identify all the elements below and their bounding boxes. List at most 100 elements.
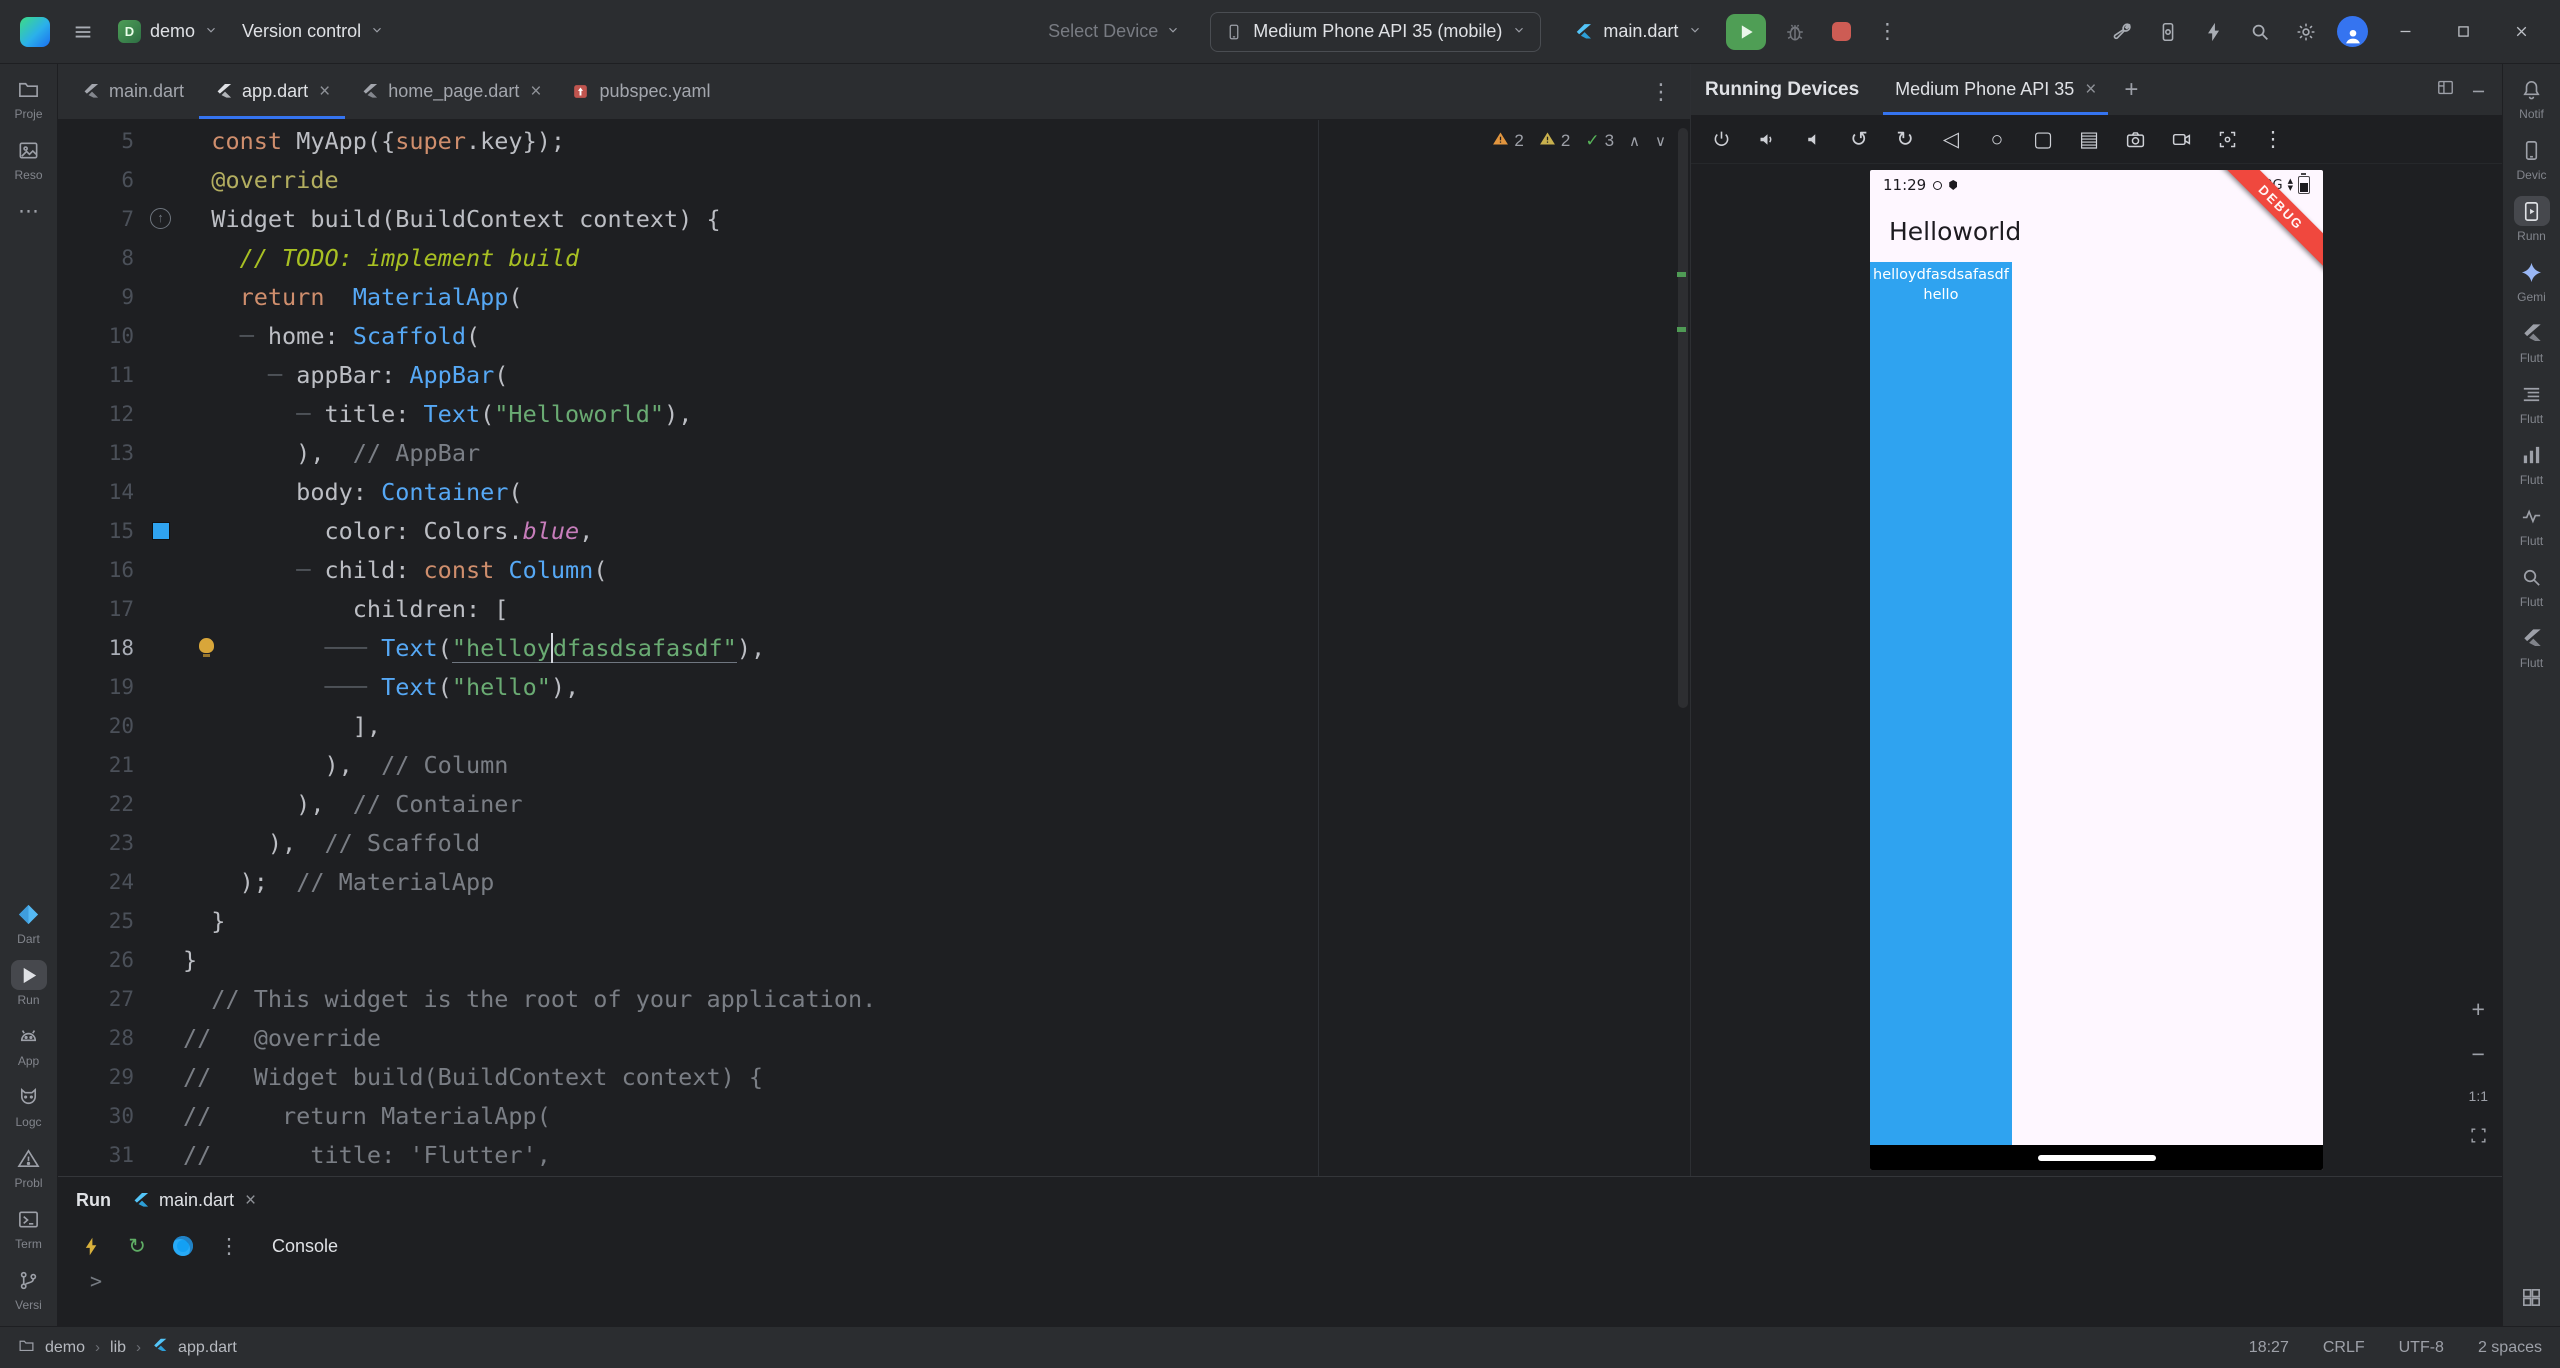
code-line-28[interactable]: 28// @override: [58, 1019, 1690, 1058]
run-tab-main-dart[interactable]: main.dart ×: [131, 1190, 256, 1211]
code-editor[interactable]: 5 const MyApp({super.key}); 6 @override 7 ↑…: [58, 120, 1690, 1176]
line-number[interactable]: 9: [58, 278, 148, 317]
code-line-18[interactable]: 18 ─── Text("helloydfasdsafasdf"),: [58, 629, 1690, 668]
line-number[interactable]: 13: [58, 434, 148, 473]
editor-tab-main.dart[interactable]: main.dart: [66, 64, 199, 119]
code-line-22[interactable]: 22 ), // Container: [58, 785, 1690, 824]
zoom-out-button[interactable]: −: [2472, 1043, 2485, 1066]
close-tab-icon[interactable]: ×: [530, 82, 541, 101]
settings-button[interactable]: [2285, 12, 2327, 52]
run-button[interactable]: [1726, 13, 1767, 50]
line-number[interactable]: 22: [58, 785, 148, 824]
code-line-6[interactable]: 6 @override: [58, 161, 1690, 200]
left-stripe-project[interactable]: Proje: [2, 74, 56, 121]
maximize-button[interactable]: [2436, 10, 2490, 54]
nav-home-button[interactable]: ○: [1979, 123, 2015, 157]
screen-record-button[interactable]: [2163, 123, 2199, 157]
inspections-widget[interactable]: 2 2 ✓ 3 ∧ ∨: [1492, 130, 1666, 152]
breadcrumb-file[interactable]: app.dart: [178, 1339, 237, 1357]
project-selector[interactable]: D demo: [108, 12, 228, 52]
left-stripe-logcat[interactable]: Logc: [2, 1082, 56, 1129]
encoding[interactable]: UTF-8: [2399, 1339, 2444, 1357]
left-stripe-more-tool-windows[interactable]: ⋯: [2, 196, 56, 226]
right-stripe-device-manager[interactable]: Devic: [2505, 135, 2559, 182]
editor-tab-pubspec.yaml[interactable]: pubspec.yaml: [556, 64, 725, 119]
code-line-26[interactable]: 26}: [58, 941, 1690, 980]
minimize-button[interactable]: [2378, 10, 2432, 54]
debug-button[interactable]: [1774, 12, 1816, 52]
code-line-31[interactable]: 31// title: 'Flutter',: [58, 1136, 1690, 1175]
close-tab-icon[interactable]: ×: [319, 82, 330, 101]
more-vert-button[interactable]: ⋮: [210, 1229, 248, 1263]
right-stripe-flutter-performance[interactable]: Flutt: [2505, 440, 2559, 487]
profiler-button[interactable]: [2193, 12, 2235, 52]
nav-back-button[interactable]: ◁: [1933, 123, 1969, 157]
code-line-10[interactable]: 10 ─ home: Scaffold(: [58, 317, 1690, 356]
device-tab[interactable]: Medium Phone API 35 ×: [1883, 64, 2109, 115]
code-line-25[interactable]: 25 }: [58, 902, 1690, 941]
prev-problem-icon[interactable]: ∧: [1629, 132, 1640, 150]
right-stripe-flutter-inspector[interactable]: Flutt: [2505, 318, 2559, 365]
editor-scrollbar[interactable]: [1678, 128, 1688, 708]
code-line-21[interactable]: 21 ), // Column: [58, 746, 1690, 785]
line-number[interactable]: 23: [58, 824, 148, 863]
cursor-position[interactable]: 18:27: [2249, 1339, 2289, 1357]
left-stripe-version-control[interactable]: Versi: [2, 1265, 56, 1312]
close-button[interactable]: [2494, 10, 2548, 54]
line-number[interactable]: 5: [58, 122, 148, 161]
line-number[interactable]: 17: [58, 590, 148, 629]
rotate-right-button[interactable]: ↻: [1887, 123, 1923, 157]
hide-panel-button[interactable]: [2469, 78, 2488, 102]
zoom-actual-button[interactable]: 1:1: [2469, 1088, 2488, 1104]
code-line-23[interactable]: 23 ), // Scaffold: [58, 824, 1690, 863]
line-number[interactable]: 30: [58, 1097, 148, 1136]
add-device-tab-button[interactable]: +: [2114, 64, 2148, 115]
code-line-12[interactable]: 12 ─ title: Text("Helloworld"),: [58, 395, 1690, 434]
run-config-selector[interactable]: main.dart: [1563, 12, 1712, 52]
line-number[interactable]: 24: [58, 863, 148, 902]
code-line-14[interactable]: 14 body: Container(: [58, 473, 1690, 512]
editor-tab-home_page.dart[interactable]: home_page.dart ×: [345, 64, 556, 119]
main-menu-button[interactable]: [62, 12, 104, 52]
line-number[interactable]: 28: [58, 1019, 148, 1058]
left-stripe-dart-analysis[interactable]: Dart: [2, 899, 56, 946]
color-preview-swatch[interactable]: [152, 522, 170, 540]
panel-layout-button[interactable]: [2436, 78, 2455, 102]
more-vert-button[interactable]: ⋮: [2255, 123, 2291, 157]
hot-reload-button[interactable]: [72, 1229, 110, 1263]
line-number[interactable]: 31: [58, 1136, 148, 1175]
right-stripe-flutter-analysis[interactable]: Flutt: [2505, 562, 2559, 609]
search-everywhere-button[interactable]: [2239, 12, 2281, 52]
volume-down-button[interactable]: [1795, 123, 1831, 157]
left-stripe-run[interactable]: Run: [2, 960, 56, 1007]
line-number[interactable]: 11: [58, 356, 148, 395]
fold-button[interactable]: ▤: [2071, 123, 2107, 157]
right-stripe-window-layouts[interactable]: [2505, 1282, 2559, 1312]
code-line-13[interactable]: 13 ), // AppBar: [58, 434, 1690, 473]
code-line-24[interactable]: 24 ); // MaterialApp: [58, 863, 1690, 902]
zoom-fit-button[interactable]: [2469, 1126, 2488, 1150]
right-stripe-running-devices[interactable]: Runn: [2505, 196, 2559, 243]
code-line-17[interactable]: 17 children: [: [58, 590, 1690, 629]
line-number[interactable]: 25: [58, 902, 148, 941]
code-line-15[interactable]: 15 color: Colors.blue,: [58, 512, 1690, 551]
editor-tab-app.dart[interactable]: app.dart ×: [199, 64, 346, 119]
code-line-19[interactable]: 19 ─── Text("hello"),: [58, 668, 1690, 707]
line-number[interactable]: 27: [58, 980, 148, 1019]
vcs-selector[interactable]: Version control: [232, 12, 394, 52]
left-stripe-terminal[interactable]: Term: [2, 1204, 56, 1251]
left-stripe-app-inspection[interactable]: App: [2, 1021, 56, 1068]
line-number[interactable]: 15: [58, 512, 148, 551]
line-number[interactable]: 12: [58, 395, 148, 434]
code-line-30[interactable]: 30// return MaterialApp(: [58, 1097, 1690, 1136]
line-number[interactable]: 26: [58, 941, 148, 980]
breadcrumb-project[interactable]: demo: [45, 1339, 85, 1357]
left-stripe-resource-manager[interactable]: Reso: [2, 135, 56, 182]
camera-button[interactable]: [2117, 123, 2153, 157]
left-stripe-problems[interactable]: Probl: [2, 1143, 56, 1190]
emulator-screen[interactable]: 11:29 3G ▲ ▼ Helloworld helloydfasdsafas…: [1870, 170, 2323, 1170]
volume-up-button[interactable]: [1749, 123, 1785, 157]
line-number[interactable]: 20: [58, 707, 148, 746]
line-number[interactable]: 18: [58, 629, 148, 668]
console-label[interactable]: Console: [272, 1236, 338, 1257]
